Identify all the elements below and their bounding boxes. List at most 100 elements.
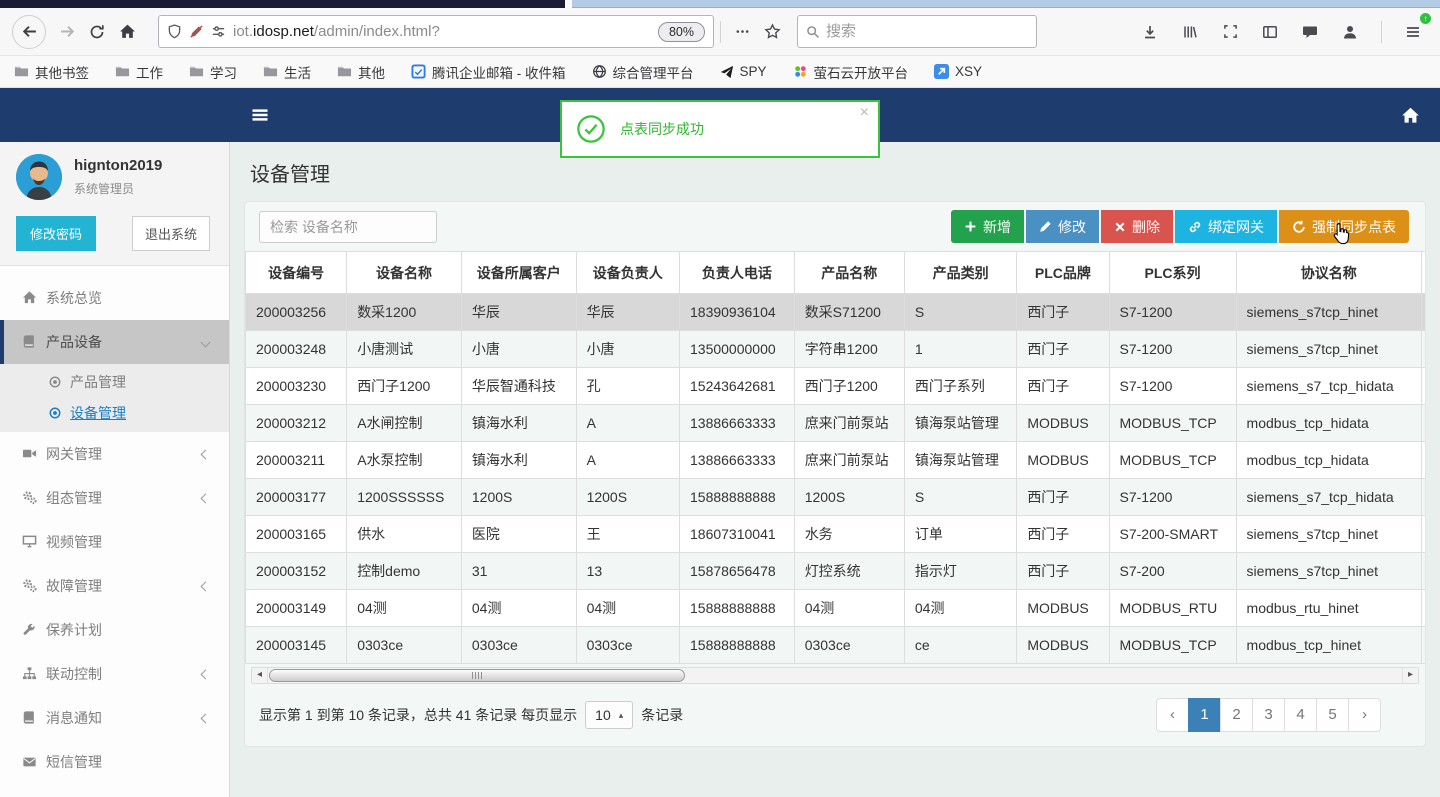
- reload-button[interactable]: [82, 17, 112, 47]
- page-button[interactable]: ‹: [1156, 698, 1189, 732]
- table-row[interactable]: 200003152 控制demo 31 13 15878656478 灯控系统 指示灯 西门子…: [245, 552, 1425, 590]
- table-row[interactable]: 200003165 供水 医院王 18607310041 水务 订单 西门子 S7-200-S…: [245, 515, 1425, 553]
- column-header[interactable]: 通讯方式: [1421, 251, 1425, 294]
- page-button[interactable]: 5: [1316, 698, 1349, 732]
- column-header[interactable]: 设备所属客户: [460, 251, 577, 294]
- toast-close-icon[interactable]: ×: [860, 105, 869, 121]
- page-button[interactable]: 2: [1220, 698, 1253, 732]
- menu-hamburger-icon[interactable]: ↑: [1398, 12, 1431, 47]
- sidebar-collapse-icon[interactable]: [250, 105, 270, 128]
- delete-button[interactable]: 删除: [1101, 210, 1173, 243]
- table-row[interactable]: 200003248 小唐测试 小唐 小唐 13500000000 字符串1200 1 西门子 S…: [245, 330, 1425, 368]
- device-search-input[interactable]: [259, 210, 437, 243]
- update-badge-icon: ↑: [1420, 12, 1431, 24]
- edit-button[interactable]: 修改: [1026, 210, 1099, 243]
- bind-gateway-button[interactable]: 绑定网关: [1175, 210, 1277, 243]
- browser-home-button[interactable]: [112, 17, 142, 47]
- column-header[interactable]: 设备编号: [245, 251, 348, 294]
- column-header[interactable]: PLC品牌: [1016, 251, 1110, 294]
- page-button[interactable]: 1: [1188, 698, 1221, 732]
- table-footer: 显示第 1 到第 10 条记录，总共 41 条记录 每页显示 10 ▴ 条记录 …: [245, 684, 1425, 732]
- tencent-icon: [411, 64, 426, 79]
- sidebar-item[interactable]: 消息通知: [0, 696, 229, 740]
- sidebar-subitem[interactable]: 产品管理: [0, 367, 229, 398]
- sidebar-item[interactable]: 系统总览: [0, 276, 229, 320]
- app-home-icon[interactable]: [1401, 106, 1420, 128]
- url-bar[interactable]: iot.idosp.net/admin/index.html? 80%: [158, 15, 714, 48]
- page-actions-icon[interactable]: [727, 17, 757, 47]
- bookmark-item[interactable]: XSY: [934, 64, 982, 79]
- site-permissions-icon[interactable]: [211, 24, 226, 39]
- page-size-select[interactable]: 10 ▴: [585, 701, 634, 729]
- table-row[interactable]: 200003256 数采1200 华辰 华辰 18390936104 数采S71200 S 西…: [245, 293, 1425, 331]
- add-button[interactable]: 新增: [951, 210, 1024, 243]
- horizontal-scrollbar[interactable]: ◂ ▸: [251, 667, 1419, 684]
- sidebar-toggle-icon[interactable]: [1255, 17, 1285, 47]
- bookmark-item[interactable]: 综合管理平台: [592, 62, 694, 82]
- shield-icon[interactable]: [167, 24, 182, 39]
- table-row[interactable]: 200003149 04测 04测 04测 15888888888 04测 04测 MODBU…: [245, 589, 1425, 627]
- change-password-button[interactable]: 修改密码: [16, 216, 97, 251]
- logout-button[interactable]: 退出系统: [132, 216, 211, 251]
- column-header[interactable]: 负责人电话: [679, 251, 795, 294]
- sidebar-item[interactable]: 故障管理: [0, 564, 229, 608]
- table-cell: 200003165: [245, 515, 348, 553]
- browser-search-box[interactable]: [797, 15, 1037, 48]
- sidebar-item[interactable]: 保养计划: [0, 608, 229, 652]
- table-row[interactable]: 200003177 1200SSSSSS 1200S 1200S 15888888888…: [245, 478, 1425, 516]
- bookmark-item[interactable]: 其他: [337, 62, 385, 82]
- sidebar-submenu: 产品管理 设备管理: [0, 364, 229, 432]
- scrollbar-thumb[interactable]: [269, 669, 685, 682]
- column-header[interactable]: 协议名称: [1235, 251, 1423, 294]
- column-header[interactable]: PLC系列: [1108, 251, 1237, 294]
- bookmark-item[interactable]: SPY: [720, 64, 767, 79]
- table-cell: 0303ce: [346, 626, 462, 664]
- table-row[interactable]: 200003212 A水闸控制 镇海水利 A 13886663333 庶来门前泵站 镇海泵站…: [245, 404, 1425, 442]
- sidebar-item[interactable]: 组态管理: [0, 476, 229, 520]
- table-cell: modbus_tcp_hinet: [1235, 626, 1423, 664]
- tracking-disabled-icon[interactable]: [189, 24, 204, 39]
- scroll-left-arrow[interactable]: ◂: [252, 668, 268, 683]
- folder-icon: [115, 64, 130, 79]
- bookmark-item[interactable]: 生活: [263, 62, 311, 82]
- column-header[interactable]: 设备名称: [346, 251, 462, 294]
- page-button[interactable]: ›: [1348, 698, 1381, 732]
- scroll-right-arrow[interactable]: ▸: [1402, 668, 1418, 683]
- bookmark-item[interactable]: 学习: [189, 62, 237, 82]
- table-cell: 西门子: [1016, 478, 1110, 516]
- sidebar-item[interactable]: 短信管理: [0, 740, 229, 784]
- column-header[interactable]: 产品类别: [903, 251, 1018, 294]
- account-icon[interactable]: [1335, 17, 1365, 47]
- back-button[interactable]: [12, 14, 46, 49]
- library-icon[interactable]: [1175, 17, 1205, 47]
- sidebar-item-label: 消息通知: [46, 710, 102, 726]
- table-row[interactable]: 200003145 0303ce 0303ce 0303ce 15888888888 03…: [245, 626, 1425, 664]
- page-button[interactable]: 3: [1252, 698, 1285, 732]
- browser-search-input[interactable]: [826, 23, 1028, 40]
- page-button[interactable]: 4: [1284, 698, 1317, 732]
- table-row[interactable]: 200003230 西门子1200 华辰智通科技孔 15243642681 西门子120…: [245, 367, 1425, 405]
- url-text[interactable]: iot.idosp.net/admin/index.html?: [233, 23, 651, 40]
- sidebar-item[interactable]: 视频管理: [0, 520, 229, 564]
- bookmark-item[interactable]: 工作: [115, 62, 163, 82]
- sidebar-item[interactable]: 产品设备: [0, 320, 229, 364]
- table-row[interactable]: 200003211 A水泵控制 镇海水利 A 13886663333 庶来门前泵站 镇海泵站…: [245, 441, 1425, 479]
- sidebar-item[interactable]: 工单管理: [0, 784, 229, 797]
- column-header[interactable]: 产品名称: [793, 251, 905, 294]
- chat-bubble-icon[interactable]: [1295, 17, 1325, 47]
- bookmark-item[interactable]: 萤石云开放平台: [793, 62, 908, 82]
- zoom-level-badge[interactable]: 80%: [657, 21, 705, 42]
- screenshot-icon[interactable]: [1215, 17, 1245, 47]
- sidebar-item[interactable]: 联动控制: [0, 652, 229, 696]
- column-header[interactable]: 设备负责人: [575, 251, 681, 294]
- sidebar-item[interactable]: 网关管理: [0, 432, 229, 476]
- active-tab[interactable]: [0, 0, 565, 8]
- bookmark-item[interactable]: 其他书签: [14, 62, 89, 82]
- forward-button[interactable]: [52, 17, 82, 47]
- avatar[interactable]: [16, 154, 62, 200]
- bookmark-item[interactable]: 腾讯企业邮箱 - 收件箱: [411, 62, 566, 82]
- download-icon[interactable]: [1135, 17, 1165, 47]
- bookmark-star-icon[interactable]: [757, 17, 787, 47]
- sidebar-subitem[interactable]: 设备管理: [0, 398, 229, 429]
- table-cell: 网口: [1421, 367, 1425, 405]
